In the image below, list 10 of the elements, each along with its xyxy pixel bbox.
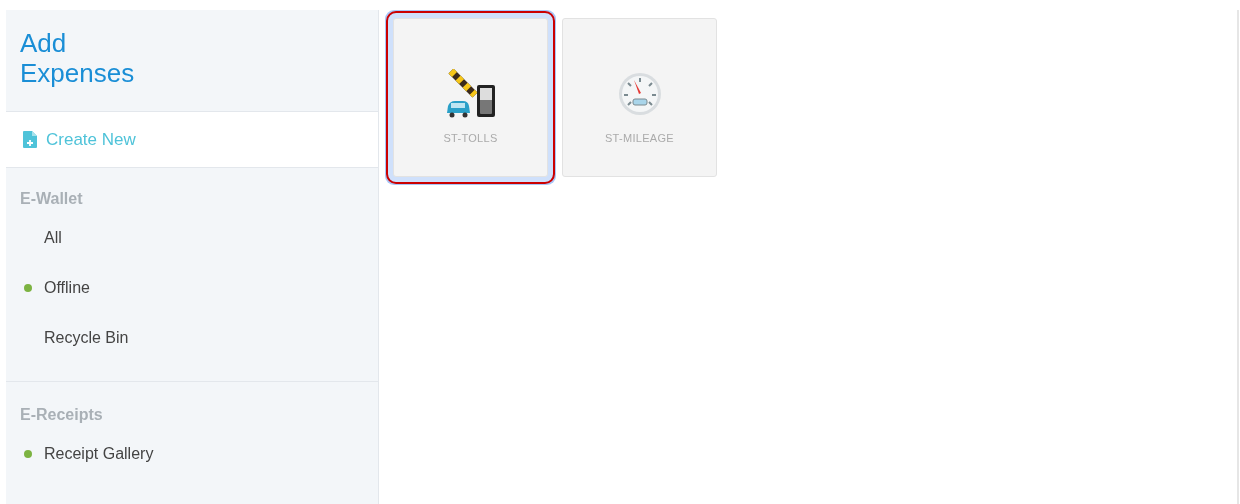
new-document-icon xyxy=(23,131,37,148)
sidebar-item[interactable]: Offline xyxy=(6,263,90,313)
section-heading: E-Receipts xyxy=(19,406,104,425)
sidebar-item[interactable]: Recycle Bin xyxy=(6,313,129,363)
page-title: Add Expenses xyxy=(20,28,135,88)
toll-gate-icon xyxy=(444,68,497,119)
section-heading: E-Wallet xyxy=(19,190,84,209)
speedometer-icon xyxy=(616,70,663,117)
sidebar-item[interactable]: All xyxy=(6,213,62,263)
sidebar-item[interactable]: Receipt Gallery xyxy=(6,429,154,479)
